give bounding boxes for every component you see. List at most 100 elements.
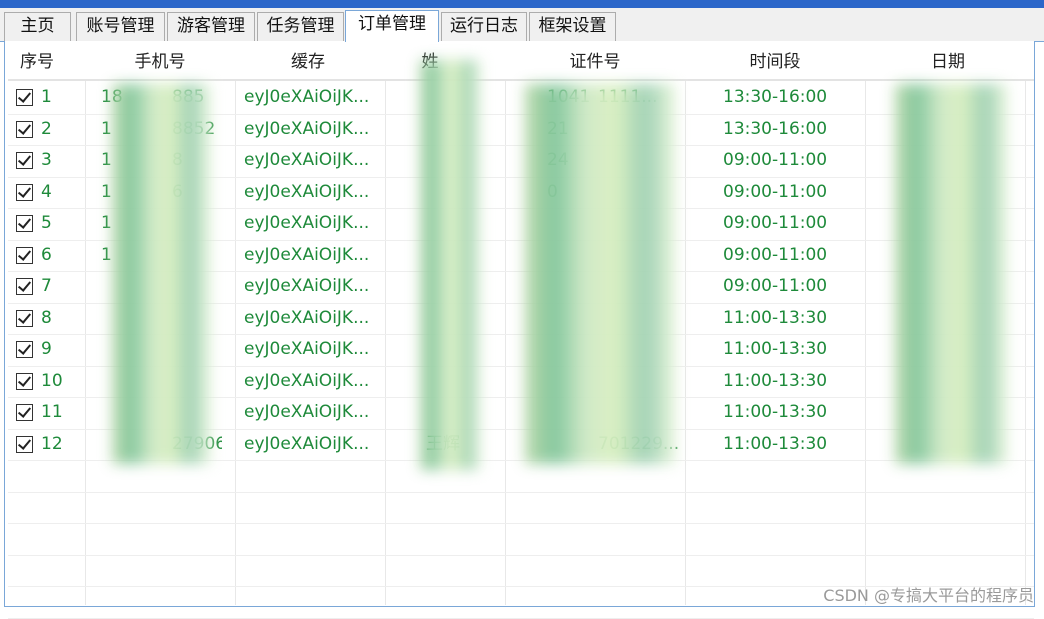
row-index: 5 [41, 213, 52, 233]
row-phone [101, 429, 131, 460]
row-checkbox[interactable] [16, 341, 33, 358]
row-name [426, 334, 486, 365]
row-id-number-tail [598, 397, 683, 428]
tab-orders[interactable]: 订单管理 [345, 10, 439, 42]
row-name [426, 303, 486, 334]
row-time-slot: 09:00-11:00 [723, 150, 828, 170]
column-header-id[interactable]: 证件号 [545, 47, 645, 77]
tab-accounts[interactable]: 账号管理 [76, 12, 165, 41]
column-header-cache[interactable]: 缓存 [258, 47, 358, 77]
row-time-slot: 11:00-13:30 [723, 371, 828, 391]
tab-settings[interactable]: 框架设置 [529, 12, 616, 41]
column-divider [1025, 81, 1026, 605]
row-phone-tail [172, 397, 222, 428]
row-phone-tail: 8852 [172, 119, 216, 139]
header-divider [8, 79, 1034, 81]
column-header-phone[interactable]: 手机号 [110, 47, 210, 77]
row-divider [8, 303, 1034, 304]
row-phone-tail [172, 366, 222, 397]
row-phone-tail: 27906 [172, 434, 222, 454]
row-divider [8, 177, 1034, 178]
row-cache: eyJ0eXAiOiJK... [244, 245, 370, 265]
row-cache: eyJ0eXAiOiJK... [244, 434, 370, 454]
window-title-strip [0, 0, 1044, 8]
row-id-number-tail: 1111... [598, 87, 658, 107]
tab-bar: 主页 账号管理 游客管理 任务管理 订单管理 运行日志 框架设置 [0, 8, 1044, 42]
row-checkbox[interactable] [16, 404, 33, 421]
row-phone: 1 [101, 213, 112, 233]
row-checkbox[interactable] [16, 278, 33, 295]
row-index: 4 [41, 182, 52, 202]
column-divider [685, 81, 686, 605]
row-name [426, 271, 486, 302]
row-phone-tail [172, 208, 222, 239]
row-phone-tail [172, 240, 222, 271]
row-checkbox[interactable] [16, 184, 33, 201]
row-checkbox[interactable] [16, 310, 33, 327]
row-name [426, 208, 486, 239]
row-cache: eyJ0eXAiOiJK... [244, 119, 370, 139]
column-header-time[interactable]: 时间段 [725, 47, 825, 77]
row-index: 11 [41, 402, 63, 422]
row-divider [8, 492, 1034, 493]
row-time-slot: 09:00-11:00 [723, 245, 828, 265]
row-cache: eyJ0eXAiOiJK... [244, 308, 370, 328]
row-cache: eyJ0eXAiOiJK... [244, 182, 370, 202]
row-name: 王辉 [426, 434, 460, 454]
row-time-slot: 09:00-11:00 [723, 276, 828, 296]
row-divider [8, 366, 1034, 367]
row-phone [101, 303, 131, 334]
row-checkbox[interactable] [16, 215, 33, 232]
row-divider [8, 523, 1034, 524]
row-checkbox[interactable] [16, 373, 33, 390]
row-id-number-tail [598, 177, 683, 208]
row-cache: eyJ0eXAiOiJK... [244, 339, 370, 359]
tab-tasks[interactable]: 任务管理 [257, 12, 344, 41]
row-time-slot: 13:30-16:00 [723, 119, 828, 139]
row-index: 6 [41, 245, 52, 265]
row-checkbox[interactable] [16, 436, 33, 453]
row-id-number-tail [598, 240, 683, 271]
row-divider [8, 114, 1034, 115]
column-header-name[interactable]: 姓 [410, 47, 450, 77]
row-divider [8, 555, 1034, 556]
column-divider [865, 81, 866, 605]
row-checkbox[interactable] [16, 247, 33, 264]
row-cache: eyJ0eXAiOiJK... [244, 150, 370, 170]
row-phone-tail [172, 303, 222, 334]
row-divider [8, 271, 1034, 272]
row-id-number-tail [598, 366, 683, 397]
column-divider [85, 81, 86, 605]
row-phone: 1 [101, 182, 112, 202]
tab-visitors[interactable]: 游客管理 [167, 12, 255, 41]
row-time-slot: 11:00-13:30 [723, 339, 828, 359]
row-phone [101, 397, 131, 428]
column-divider [505, 81, 506, 605]
column-divider [235, 81, 236, 605]
row-checkbox[interactable] [16, 152, 33, 169]
row-index: 10 [41, 371, 63, 391]
row-id-number-tail: 701229... [598, 434, 680, 454]
row-divider [8, 460, 1034, 461]
column-header-date[interactable]: 日期 [898, 47, 998, 77]
row-index: 3 [41, 150, 52, 170]
row-id-number-tail [598, 145, 683, 176]
row-id-number-tail [598, 114, 683, 145]
row-divider [8, 429, 1034, 430]
watermark-text: CSDN @专搞大平台的程序员 [823, 586, 1034, 605]
row-phone-tail [172, 334, 222, 365]
row-divider [8, 397, 1034, 398]
tab-home[interactable]: 主页 [4, 12, 71, 41]
row-phone-tail: 6 [172, 182, 183, 202]
column-header-index[interactable]: 序号 [12, 47, 62, 77]
row-name [426, 240, 486, 271]
row-phone: 1 [101, 119, 112, 139]
tab-logs[interactable]: 运行日志 [441, 12, 527, 41]
row-checkbox[interactable] [16, 89, 33, 106]
row-divider [8, 145, 1034, 146]
row-id-number-tail [598, 334, 683, 365]
row-checkbox[interactable] [16, 121, 33, 138]
row-name [426, 397, 486, 428]
row-phone: 1 [101, 245, 112, 265]
row-cache: eyJ0eXAiOiJK... [244, 213, 370, 233]
